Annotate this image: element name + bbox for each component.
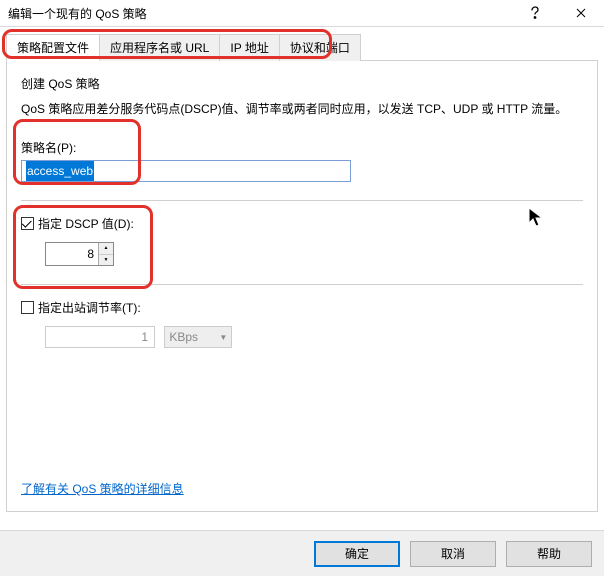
dscp-spinner[interactable]: ▲ ▼ (45, 242, 114, 266)
window-title: 编辑一个现有的 QoS 策略 (8, 5, 512, 22)
dscp-row: 指定 DSCP 值(D): (21, 215, 583, 232)
throttle-value-input: 1 (45, 326, 155, 348)
cancel-button[interactable]: 取消 (410, 541, 496, 567)
help-titlebar-button[interactable] (512, 0, 558, 26)
dscp-label: 指定 DSCP 值(D): (38, 215, 134, 232)
tab-strip: 策略配置文件 应用程序名或 URL IP 地址 协议和端口 (6, 33, 598, 60)
tab-label: 协议和端口 (290, 41, 350, 55)
tab-protocol-port[interactable]: 协议和端口 (279, 34, 361, 61)
policy-name-input[interactable]: access_web (21, 160, 351, 182)
tab-label: IP 地址 (230, 41, 268, 55)
tab-ip-address[interactable]: IP 地址 (219, 34, 279, 61)
throttle-controls: 1 KBps ▼ (21, 326, 583, 348)
help-button[interactable]: 帮助 (506, 541, 592, 567)
spinner-down-button[interactable]: ▼ (99, 255, 113, 266)
button-bar: 确定 取消 帮助 (0, 530, 604, 576)
tabs-container: 策略配置文件 应用程序名或 URL IP 地址 协议和端口 创建 QoS 策略 … (6, 33, 598, 512)
chevron-down-icon: ▼ (219, 333, 227, 342)
policy-name-label: 策略名(P): (21, 139, 583, 156)
button-label: 取消 (441, 545, 465, 562)
throttle-row: 指定出站调节率(T): (21, 299, 583, 316)
spinner-up-button[interactable]: ▲ (99, 243, 113, 255)
spinner-buttons: ▲ ▼ (98, 243, 113, 265)
tab-policy-profile[interactable]: 策略配置文件 (6, 34, 100, 61)
tab-label: 策略配置文件 (17, 41, 89, 55)
tab-app-or-url[interactable]: 应用程序名或 URL (99, 34, 220, 61)
throttle-unit-select: KBps ▼ (164, 326, 232, 348)
dscp-checkbox[interactable] (21, 217, 34, 230)
divider (21, 284, 583, 285)
tab-label: 应用程序名或 URL (110, 41, 209, 55)
throttle-unit-value: KBps (169, 330, 198, 344)
panel-description: QoS 策略应用差分服务代码点(DSCP)值、调节率或两者同时应用，以发送 TC… (21, 100, 583, 117)
throttle-checkbox[interactable] (21, 301, 34, 314)
title-bar: 编辑一个现有的 QoS 策略 (0, 0, 604, 27)
info-link[interactable]: 了解有关 QoS 策略的详细信息 (21, 480, 184, 497)
panel-heading: 创建 QoS 策略 (21, 75, 583, 92)
divider (21, 200, 583, 201)
policy-name-value: access_web (26, 161, 94, 181)
dscp-value-input[interactable] (46, 243, 98, 265)
ok-button[interactable]: 确定 (314, 541, 400, 567)
button-label: 确定 (345, 545, 369, 562)
close-titlebar-button[interactable] (558, 0, 604, 26)
button-label: 帮助 (537, 545, 561, 562)
throttle-label: 指定出站调节率(T): (38, 299, 141, 316)
tab-panel: 创建 QoS 策略 QoS 策略应用差分服务代码点(DSCP)值、调节率或两者同… (6, 60, 598, 512)
